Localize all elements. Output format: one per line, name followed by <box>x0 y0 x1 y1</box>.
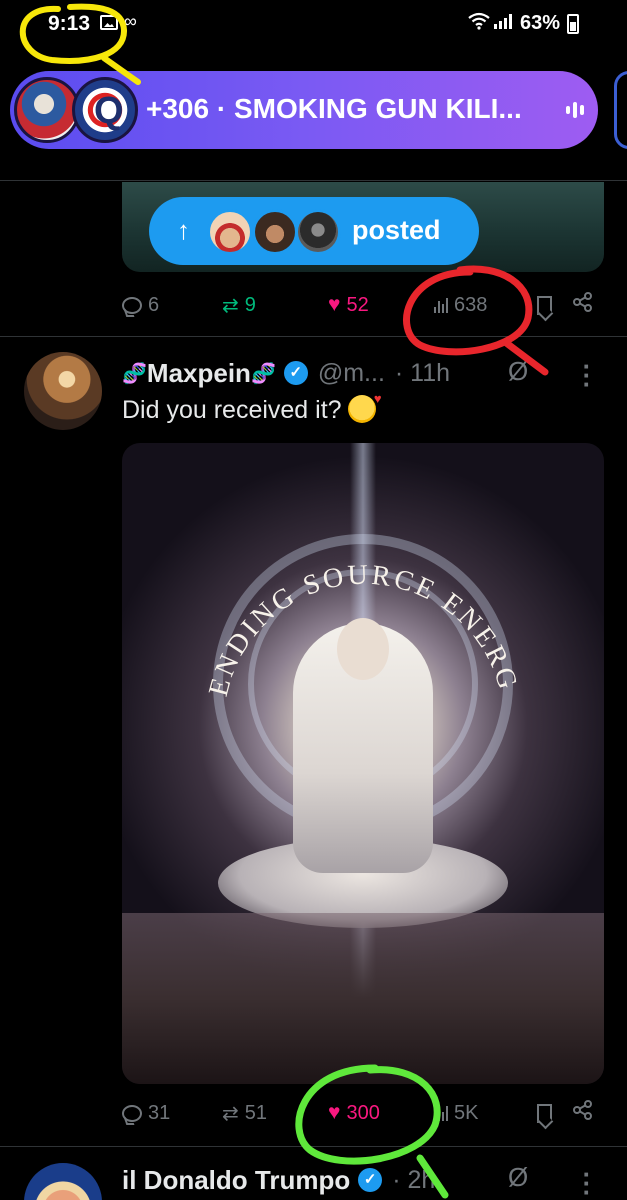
new-posts-label: posted <box>352 215 441 245</box>
view-count: 638 <box>454 293 488 316</box>
poster-avatar <box>295 209 341 255</box>
views-button[interactable]: 5K <box>434 1093 478 1133</box>
dna-emoji: 🧬 <box>122 362 147 385</box>
bookmark-button[interactable] <box>537 1093 552 1133</box>
voicemail-icon: ∞ <box>124 11 137 31</box>
tweet-2-avatar[interactable] <box>24 352 102 430</box>
new-posts-pill[interactable]: ↑ posted <box>149 197 479 265</box>
verified-badge-icon: ✓ <box>358 1168 383 1192</box>
repost-button[interactable]: ⇄ 51 <box>222 1093 267 1133</box>
repost-button[interactable]: ⇄ 9 <box>222 285 256 325</box>
signal-icon <box>494 13 512 29</box>
repost-icon: ⇄ <box>222 1102 239 1125</box>
tweet-2-media-image[interactable]: SENDING SOURCE ENERGY <box>122 443 604 1084</box>
image-icon <box>100 15 118 30</box>
repost-count: 51 <box>244 1101 268 1124</box>
like-button[interactable]: ♥ 52 <box>328 285 369 325</box>
divider <box>0 336 627 337</box>
more-options-icon[interactable]: · · · <box>582 353 592 397</box>
share-icon <box>573 292 593 318</box>
tweet-text-content: Did you received it? <box>122 396 342 424</box>
tweet-1-actions: 6 ⇄ 9 ♥ 52 638 <box>0 285 627 325</box>
divider <box>0 1146 627 1147</box>
svg-text:SENDING SOURCE ENERGY: SENDING SOURCE ENERGY <box>122 443 524 700</box>
media-caption-arc: SENDING SOURCE ENERGY <box>122 443 524 700</box>
tweet-time[interactable]: · 2h <box>392 1166 435 1195</box>
repost-icon: ⇄ <box>222 294 239 317</box>
share-icon <box>573 1100 593 1126</box>
live-space-banner[interactable]: +306 · SMOKING GUN KILI... <box>10 71 598 149</box>
battery-percent: 63% <box>520 12 561 34</box>
views-icon <box>434 1105 448 1121</box>
verified-badge-icon: ✓ <box>283 361 308 385</box>
tweet-3-header: il Donaldo Trumpo ✓ · 2h <box>122 1162 435 1198</box>
status-bar: 9:13 ∞ 63% <box>0 0 627 50</box>
display-name[interactable]: il Donaldo Trumpo <box>122 1165 350 1196</box>
more-options-icon[interactable]: · · · <box>582 1161 592 1200</box>
grok-icon[interactable]: Ø <box>508 1162 528 1193</box>
reply-icon <box>122 1104 142 1122</box>
views-button[interactable]: 638 <box>434 285 487 325</box>
tweet-time[interactable]: · 11h <box>395 359 450 388</box>
reply-icon <box>122 296 142 314</box>
bookmark-button[interactable] <box>537 285 552 325</box>
poster-avatar <box>252 209 298 255</box>
views-icon <box>434 297 448 313</box>
reply-count: 31 <box>148 1101 171 1124</box>
heart-icon: ♥ <box>328 1101 341 1124</box>
bookmark-icon <box>537 1103 552 1123</box>
display-name[interactable]: Maxpein <box>147 358 251 389</box>
heart-icon: ♥ <box>328 293 341 316</box>
space-host-avatar <box>14 77 80 143</box>
tweet-2-actions: 31 ⇄ 51 ♥ 300 5K <box>0 1093 627 1133</box>
reply-count: 6 <box>148 293 160 316</box>
poster-avatar <box>207 209 253 255</box>
arrow-up-icon: ↑ <box>177 215 190 245</box>
reply-button[interactable]: 6 <box>122 285 159 325</box>
media-caption-text: SENDING SOURCE ENERGY <box>122 443 521 700</box>
tweet-3-avatar[interactable] <box>24 1163 102 1200</box>
dna-emoji: 🧬 <box>250 362 276 385</box>
space-title: +306 · SMOKING GUN KILI... <box>146 93 522 124</box>
reply-button[interactable]: 31 <box>122 1093 170 1133</box>
grok-icon[interactable]: Ø <box>508 356 528 387</box>
battery-icon <box>567 14 579 34</box>
next-space-banner[interactable] <box>614 71 627 149</box>
tweet-2-header: 🧬 Maxpein 🧬 ✓ @m... · 11h <box>122 355 450 391</box>
share-button[interactable] <box>573 1093 593 1133</box>
like-button[interactable]: ♥ 300 <box>328 1093 380 1133</box>
view-count: 5K <box>454 1101 479 1124</box>
tweet-2-text: Did you received it? <box>122 391 382 425</box>
like-count: 300 <box>346 1101 380 1124</box>
smiling-face-with-hearts-emoji <box>347 391 382 423</box>
like-count: 52 <box>346 293 369 316</box>
divider <box>0 180 627 181</box>
status-time: 9:13 <box>48 12 91 35</box>
user-handle[interactable]: @m... <box>318 359 385 388</box>
share-button[interactable] <box>573 285 593 325</box>
bookmark-icon <box>537 295 552 315</box>
space-cohost-avatar <box>72 77 138 143</box>
audio-equalizer-icon <box>566 100 584 120</box>
wifi-icon <box>468 12 490 35</box>
repost-count: 9 <box>244 293 256 316</box>
